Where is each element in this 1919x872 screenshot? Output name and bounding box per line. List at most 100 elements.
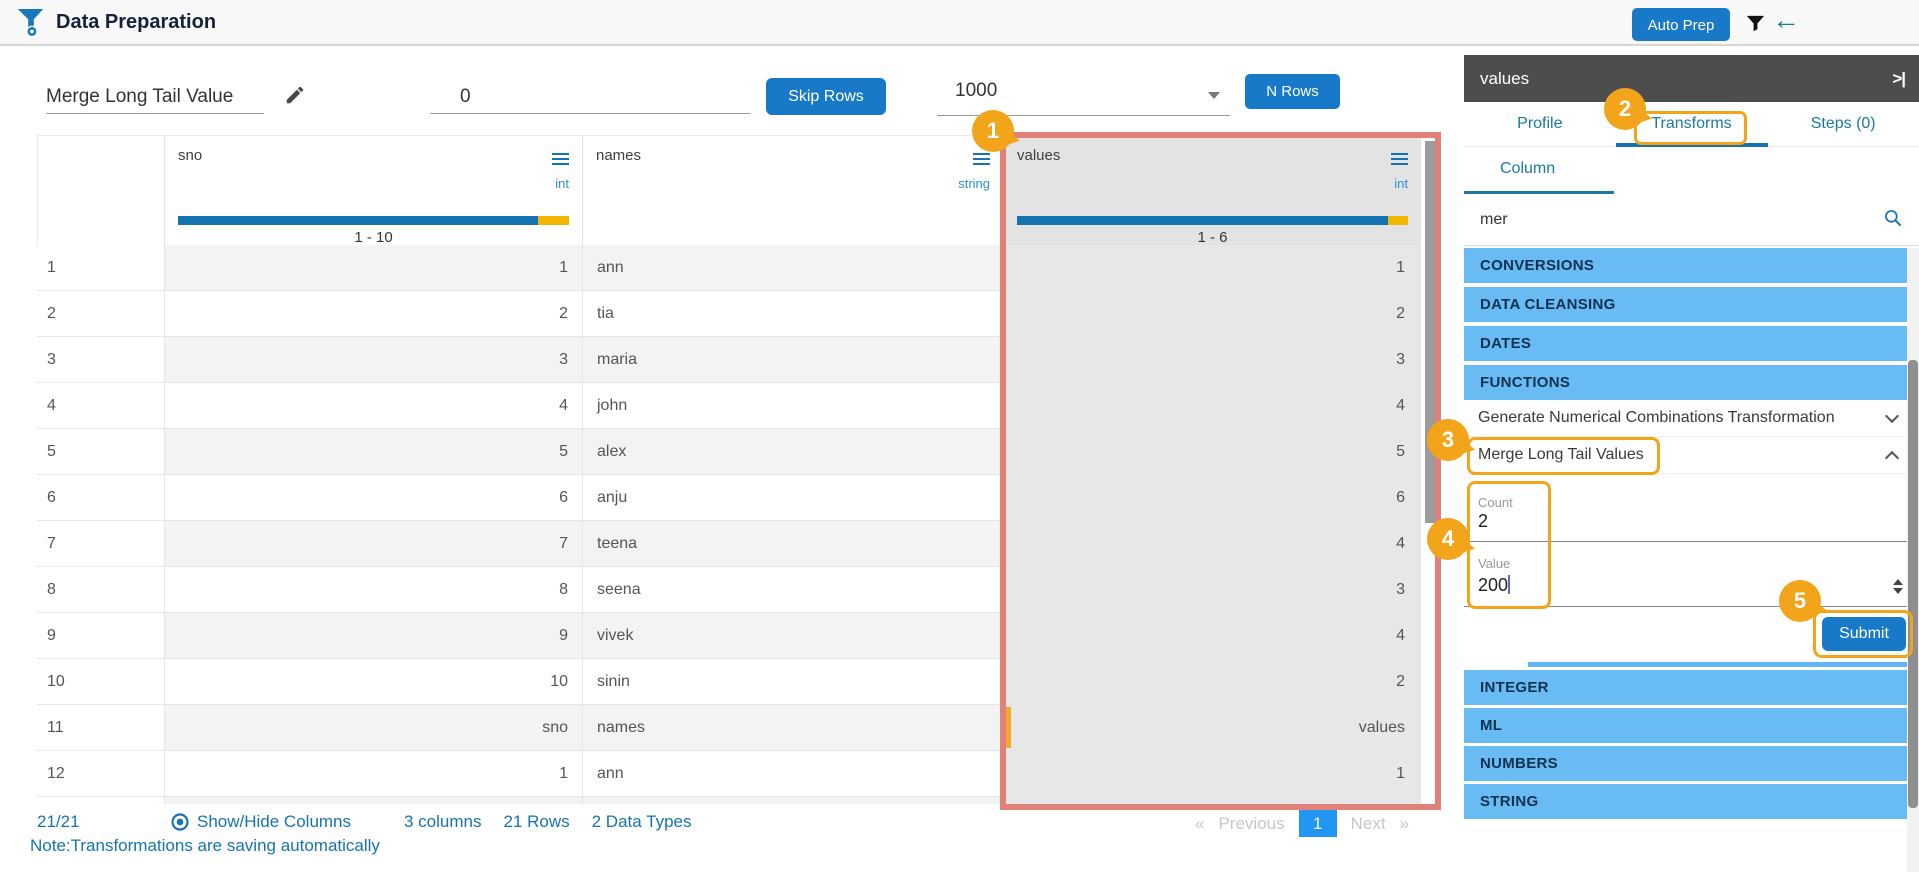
back-arrow-icon[interactable]: ← (1772, 4, 1800, 36)
n-rows-select[interactable]: 1000 (937, 76, 1230, 116)
dataset-name-input[interactable] (46, 80, 264, 114)
table-row[interactable]: 10 10 sinin 2 (37, 659, 1421, 705)
cell-sno[interactable]: 2 (164, 291, 582, 337)
transform-categories-top: CONVERSIONS DATA CLEANSING DATES FUNCTIONS (1464, 248, 1919, 400)
cell-sno[interactable]: 4 (164, 383, 582, 429)
cell-names[interactable]: ann (582, 245, 1003, 291)
cell-values[interactable]: 3 (1003, 567, 1421, 613)
category-functions[interactable]: FUNCTIONS (1464, 365, 1919, 400)
submit-button[interactable]: Submit (1822, 617, 1906, 651)
number-spinner[interactable] (1893, 579, 1903, 594)
pagination-next-arrow[interactable]: » (1400, 814, 1409, 834)
table-row[interactable]: 1 1 ann 1 (37, 245, 1421, 291)
cell-values[interactable]: 2 (1003, 291, 1421, 337)
count-field-value[interactable]: 2 (1478, 511, 1488, 532)
show-hide-columns-link[interactable]: Show/Hide Columns (197, 812, 351, 832)
table-row[interactable]: 6 6 anju 6 (37, 475, 1421, 521)
value-field-value[interactable]: 200 (1478, 575, 1511, 596)
cell-values[interactable]: 4 (1003, 383, 1421, 429)
cell-names[interactable]: maria (582, 337, 1003, 383)
cell-sno[interactable]: 10 (164, 659, 582, 705)
chevron-down-icon[interactable] (1884, 408, 1900, 424)
cell-names[interactable]: vivek (582, 613, 1003, 659)
cell-names[interactable]: anju (582, 475, 1003, 521)
category-data-cleansing[interactable]: DATA CLEANSING (1464, 287, 1919, 322)
cell-values[interactable]: 1 (1003, 751, 1421, 797)
edit-pencil-icon[interactable] (284, 84, 306, 111)
cell-names[interactable]: tia (582, 291, 1003, 337)
cell-names[interactable]: sinin (582, 659, 1003, 705)
sidebar-scrollbar-thumb[interactable] (1908, 360, 1918, 808)
cell-names[interactable]: names (582, 705, 1003, 751)
table-row[interactable]: 11 sno names values (37, 705, 1421, 751)
cell-values[interactable]: 4 (1003, 521, 1421, 567)
table-row[interactable]: 4 4 john 4 (37, 383, 1421, 429)
table-row[interactable]: 3 3 maria 3 (37, 337, 1421, 383)
skip-rows-button[interactable]: Skip Rows (766, 78, 886, 115)
cell-sno[interactable]: 7 (164, 521, 582, 567)
cell-names[interactable]: alex (582, 429, 1003, 475)
cell-sno[interactable]: 1 (164, 245, 582, 291)
category-dates[interactable]: DATES (1464, 326, 1919, 361)
cell-values[interactable]: 1 (1003, 245, 1421, 291)
table-row[interactable]: 5 5 alex 5 (37, 429, 1421, 475)
column-header-sno[interactable]: sno int 1 - 10 (164, 136, 582, 246)
cell-sno[interactable]: 9 (164, 613, 582, 659)
chevron-up-icon[interactable] (1884, 450, 1900, 466)
column-header-names[interactable]: names string (582, 136, 1003, 246)
tab-profile[interactable]: Profile (1464, 102, 1616, 146)
cell-sno[interactable]: 8 (164, 567, 582, 613)
collapse-panel-icon[interactable]: >| (1892, 55, 1906, 102)
table-row[interactable]: 2 2 tia 2 (37, 291, 1421, 337)
cell-values[interactable]: 6 (1003, 475, 1421, 521)
tab-column[interactable]: Column (1500, 160, 1555, 178)
auto-prep-button[interactable]: Auto Prep (1632, 8, 1730, 41)
filter-icon[interactable] (1744, 12, 1767, 40)
skip-rows-input[interactable] (430, 80, 750, 114)
column-header-values[interactable]: values int 1 - 6 (1003, 136, 1421, 246)
spinner-down-icon[interactable] (1893, 588, 1903, 594)
n-rows-button[interactable]: N Rows (1245, 74, 1340, 109)
table-row[interactable]: 12 1 ann 1 (37, 751, 1421, 797)
column-menu-icon[interactable] (1391, 150, 1408, 168)
cell-sno[interactable]: 3 (164, 337, 582, 383)
cell-sno[interactable]: 1 (164, 751, 582, 797)
transform-item-generate-numerical-combinations-transformation[interactable]: Generate Numerical Combinations Transfor… (1464, 400, 1919, 437)
column-menu-icon[interactable] (552, 150, 569, 168)
cell-sno[interactable]: sno (164, 705, 582, 751)
cell-values[interactable]: 4 (1003, 613, 1421, 659)
transform-item-merge-long-tail-values[interactable]: Merge Long Tail Values (1464, 437, 1919, 474)
category-numbers[interactable]: NUMBERS (1464, 746, 1919, 781)
tab-steps-0[interactable]: Steps (0) (1767, 102, 1919, 146)
pagination-next[interactable]: Next (1351, 814, 1386, 834)
tab-transforms[interactable]: Transforms (1616, 102, 1768, 146)
pagination-prev-arrow[interactable]: « (1195, 814, 1204, 834)
category-integer[interactable]: INTEGER (1464, 670, 1919, 705)
transform-search-input[interactable] (1478, 205, 1878, 235)
pagination-page-1[interactable]: 1 (1298, 810, 1337, 837)
table-row[interactable]: 7 7 teena 4 (37, 521, 1421, 567)
cell-sno[interactable]: 5 (164, 429, 582, 475)
cell-values[interactable]: 5 (1003, 429, 1421, 475)
row-index-cell: 2 (37, 291, 164, 337)
category-string[interactable]: STRING (1464, 784, 1919, 819)
table-vertical-scrollbar[interactable] (1425, 141, 1435, 523)
pagination-previous[interactable]: Previous (1218, 814, 1284, 834)
cell-values[interactable]: 2 (1003, 659, 1421, 705)
column-menu-icon[interactable] (973, 150, 990, 168)
search-icon[interactable] (1883, 208, 1903, 233)
index-column-header (37, 136, 164, 246)
show-hide-eye-icon[interactable] (170, 812, 190, 837)
cell-names[interactable]: ann (582, 751, 1003, 797)
table-row[interactable]: 8 8 seena 3 (37, 567, 1421, 613)
spinner-up-icon[interactable] (1893, 579, 1903, 585)
table-row[interactable]: 9 9 vivek 4 (37, 613, 1421, 659)
cell-values[interactable]: 3 (1003, 337, 1421, 383)
cell-sno[interactable]: 6 (164, 475, 582, 521)
category-ml[interactable]: ML (1464, 708, 1919, 743)
cell-names[interactable]: teena (582, 521, 1003, 567)
category-conversions[interactable]: CONVERSIONS (1464, 248, 1919, 283)
cell-names[interactable]: seena (582, 567, 1003, 613)
cell-names[interactable]: john (582, 383, 1003, 429)
cell-values[interactable]: values (1003, 705, 1421, 751)
